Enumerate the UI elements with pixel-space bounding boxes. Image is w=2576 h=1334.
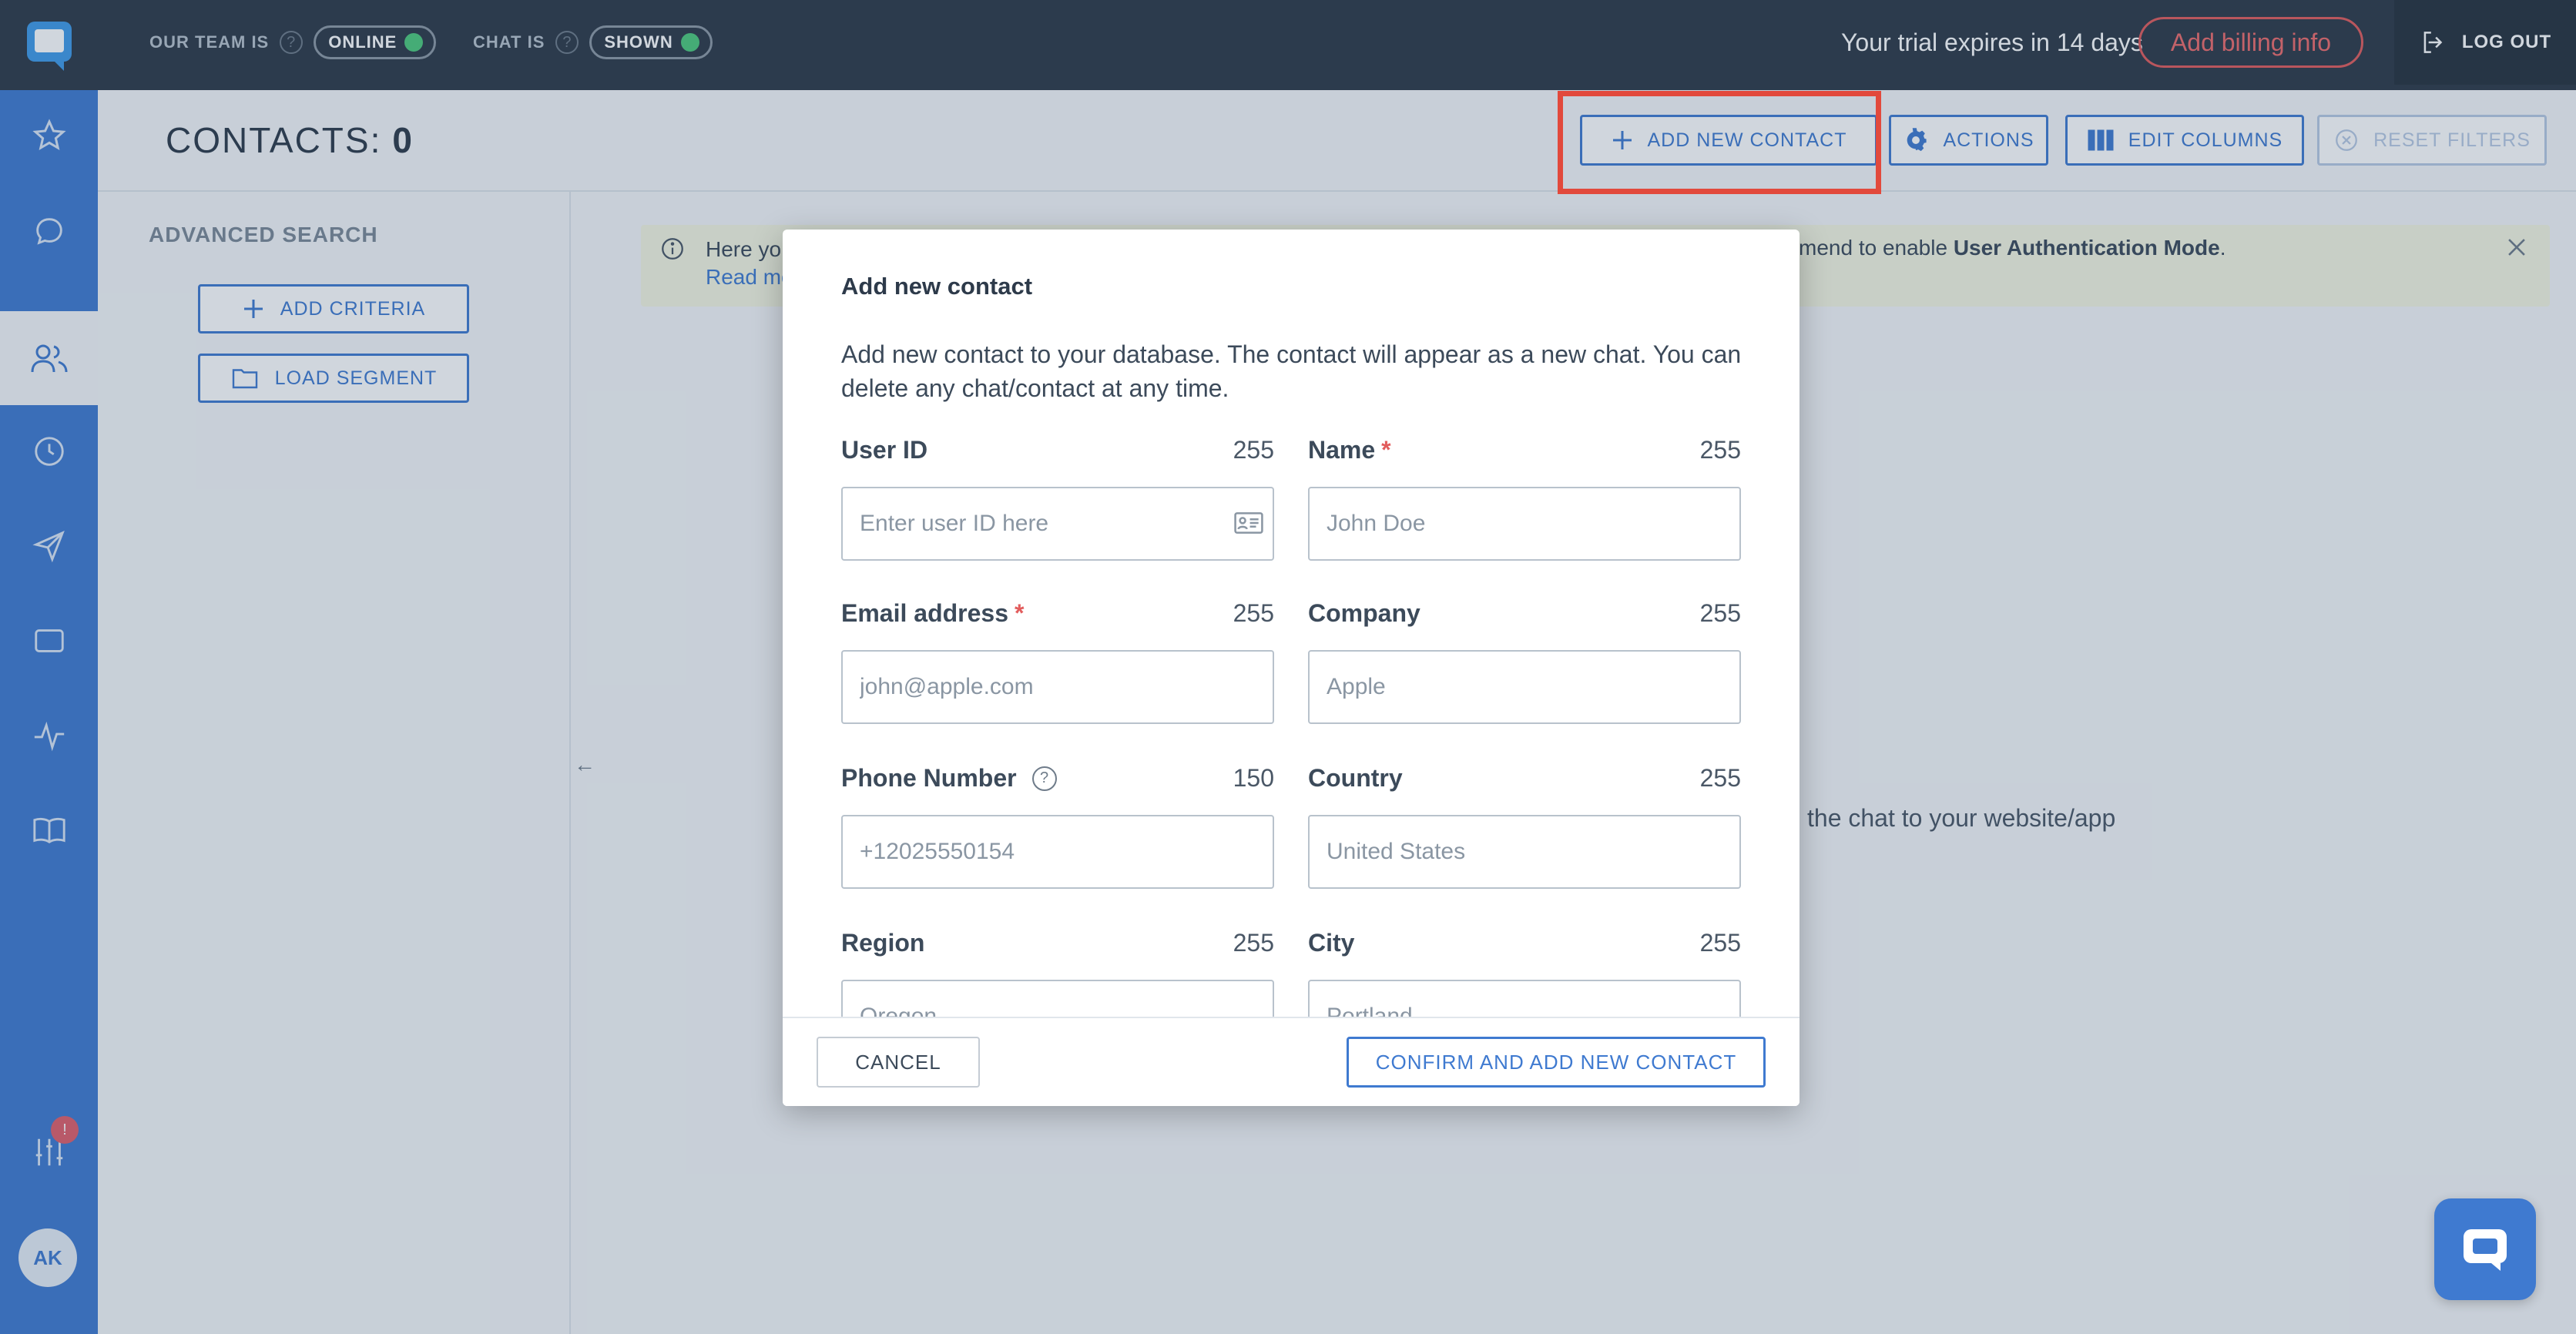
email-input[interactable] xyxy=(841,650,1274,724)
company-label-text: Company xyxy=(1308,599,1420,627)
country-char-count: 255 xyxy=(1699,764,1741,792)
user-id-label-text: User ID xyxy=(841,436,928,464)
required-marker: * xyxy=(1015,599,1025,627)
email-char-count: 255 xyxy=(1233,599,1274,627)
modal-footer: CANCEL CONFIRM AND ADD NEW CONTACT xyxy=(783,1017,1800,1106)
user-id-input[interactable] xyxy=(841,487,1274,561)
help-icon[interactable]: ? xyxy=(1031,766,1057,791)
phone-label-text: Phone Number xyxy=(841,764,1017,792)
confirm-add-contact-button[interactable]: CONFIRM AND ADD NEW CONTACT xyxy=(1347,1037,1766,1088)
name-char-count: 255 xyxy=(1699,436,1741,464)
id-card-icon xyxy=(1234,512,1263,534)
city-char-count: 255 xyxy=(1699,929,1741,957)
city-label: City xyxy=(1308,929,1354,957)
phone-input[interactable] xyxy=(841,815,1274,889)
add-contact-modal: Add new contact Add new contact to your … xyxy=(783,230,1800,1106)
user-id-field-wrap xyxy=(841,487,1274,561)
name-input[interactable] xyxy=(1308,487,1741,561)
highlight-frame xyxy=(1558,91,1881,194)
cancel-button[interactable]: CANCEL xyxy=(817,1037,980,1088)
phone-label: Phone Number ? xyxy=(841,764,1057,793)
region-label: Region xyxy=(841,929,924,957)
country-label-text: Country xyxy=(1308,764,1403,792)
email-label-text: Email address xyxy=(841,599,1008,627)
modal-title: Add new contact xyxy=(841,273,1033,300)
company-label: Company xyxy=(1308,599,1420,628)
company-char-count: 255 xyxy=(1699,599,1741,627)
company-input[interactable] xyxy=(1308,650,1741,724)
required-marker: * xyxy=(1381,436,1391,464)
name-label: Name * xyxy=(1308,436,1391,464)
region-char-count: 255 xyxy=(1233,929,1274,957)
city-label-text: City xyxy=(1308,929,1355,957)
phone-char-count: 150 xyxy=(1233,764,1274,792)
country-input[interactable] xyxy=(1308,815,1741,889)
region-label-text: Region xyxy=(841,929,925,957)
chat-widget-button[interactable] xyxy=(2434,1198,2536,1300)
modal-description: Add new contact to your database. The co… xyxy=(841,340,1742,402)
country-label: Country xyxy=(1308,764,1403,793)
user-id-label: User ID xyxy=(841,436,927,464)
name-label-text: Name xyxy=(1308,436,1376,464)
chat-widget-icon xyxy=(2464,1229,2507,1271)
email-label: Email address * xyxy=(841,599,1024,628)
user-id-char-count: 255 xyxy=(1233,436,1274,464)
